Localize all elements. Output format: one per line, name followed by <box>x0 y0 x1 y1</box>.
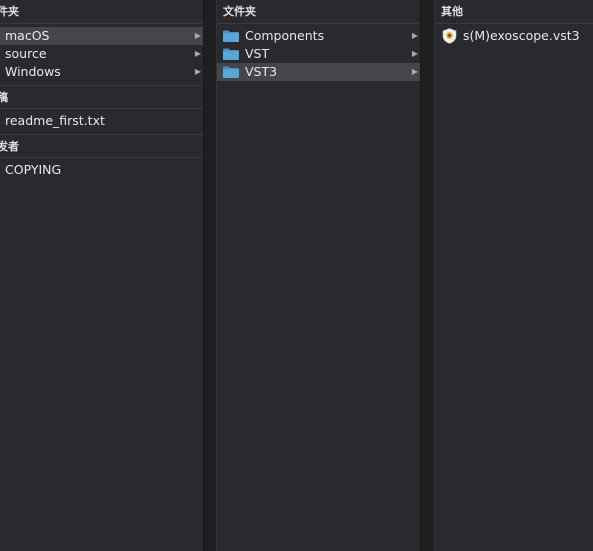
item-label: macOS <box>5 28 50 43</box>
list-item-macos[interactable]: macOS ▶ <box>0 27 203 45</box>
folder-icon <box>223 30 239 42</box>
section-header-documents: 稿 <box>0 85 203 109</box>
item-label: s(M)exoscope.vst3 <box>463 28 580 43</box>
list-item-copying[interactable]: COPYING <box>0 161 203 179</box>
list-item-components[interactable]: Components ▶ <box>217 27 420 45</box>
chevron-right-icon: ▶ <box>411 49 418 58</box>
list-item-vst[interactable]: VST ▶ <box>217 45 420 63</box>
list-item-readme[interactable]: readme_first.txt <box>0 112 203 130</box>
chevron-right-icon: ▶ <box>194 49 201 58</box>
item-label: Components <box>245 28 325 43</box>
folder-icon <box>223 66 239 78</box>
list-item-vst3[interactable]: VST3 ▶ <box>217 63 420 81</box>
folder-icon <box>223 48 239 60</box>
column-1[interactable]: 件夹 macOS ▶ source ▶ Windows ▶ 稿 readme_f… <box>0 0 203 551</box>
section-header-other: 其他 <box>435 0 593 24</box>
column-resize-handle[interactable] <box>203 0 217 551</box>
item-label: readme_first.txt <box>5 113 105 128</box>
vst3-plugin-icon <box>442 28 457 44</box>
section-header-folders: 文件夹 <box>217 0 420 24</box>
section-header-developer: 发者 <box>0 134 203 158</box>
item-label: VST <box>245 46 270 61</box>
item-label: Windows <box>5 64 61 79</box>
item-label: source <box>5 46 47 61</box>
column-resize-handle[interactable] <box>420 0 435 551</box>
list-item-windows[interactable]: Windows ▶ <box>0 63 203 81</box>
list-item-plugin[interactable]: s(M)exoscope.vst3 <box>435 27 593 45</box>
column-3[interactable]: 其他 s(M)exoscope.vst3 <box>435 0 593 551</box>
chevron-right-icon: ▶ <box>194 31 201 40</box>
finder-column-view: 件夹 macOS ▶ source ▶ Windows ▶ 稿 readme_f… <box>0 0 593 551</box>
item-label: COPYING <box>5 162 62 177</box>
chevron-right-icon: ▶ <box>194 67 201 76</box>
item-label: VST3 <box>245 64 278 79</box>
section-header-folders: 件夹 <box>0 0 203 24</box>
list-item-source[interactable]: source ▶ <box>0 45 203 63</box>
chevron-right-icon: ▶ <box>411 67 418 76</box>
column-2[interactable]: 文件夹 Components ▶ VST ▶ VST3 ▶ <box>217 0 420 551</box>
chevron-right-icon: ▶ <box>411 31 418 40</box>
